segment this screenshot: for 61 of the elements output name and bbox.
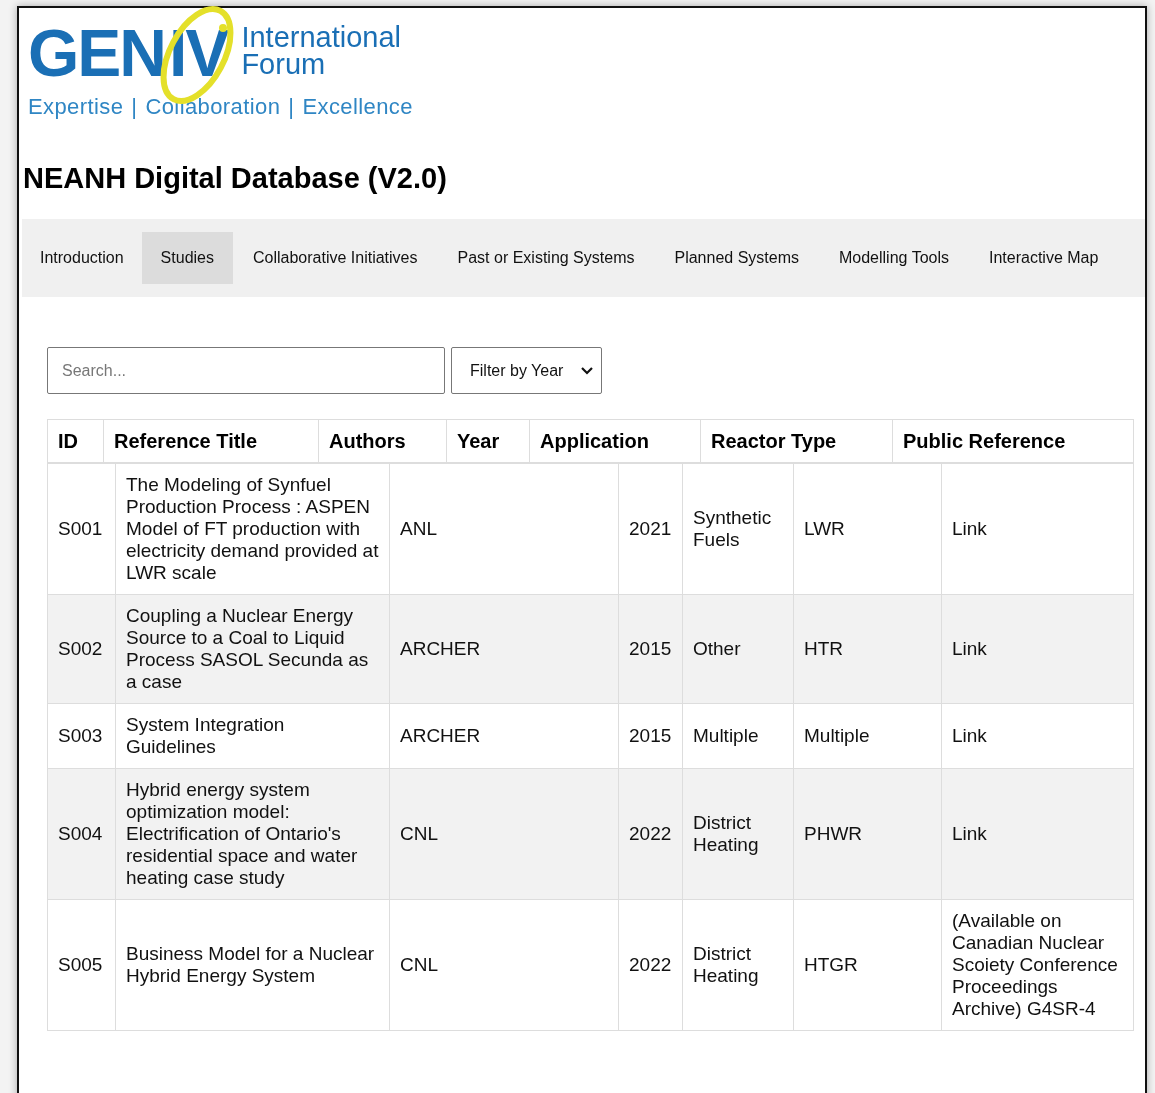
table-cell-text: (Available on Canadian Nuclear Scoiety Conference Proceedings Archive) G4SR-4 [952,910,1119,1020]
table-cell: Multiple [693,725,759,747]
year-filter-select[interactable]: Filter by Year [451,347,602,394]
tagline-separator: | [131,94,138,120]
tagline-word: Excellence [302,94,413,120]
table-cell: PHWR [804,823,863,845]
reference-link[interactable]: Link [952,823,987,845]
table-cell: S003 [58,725,103,747]
nav-tab[interactable]: Interactive Map [969,232,1119,284]
table-cell: 2021 [629,518,672,540]
table-cell: Other [693,638,741,660]
table-cell: Multiple [804,725,870,747]
nav-tab[interactable]: Introduction [22,232,142,284]
table-cell: 2015 [629,638,672,660]
logo-name: International [241,24,401,51]
table-cell: The Modeling of Synfuel Production Process : ASPEN Model of FT production with electricity demand provided at LWR scale [126,474,379,584]
logo-name: Forum [241,51,327,78]
tagline-word: Collaboration [145,94,281,120]
table-cell-text: District Heating [693,812,760,856]
nav-tab[interactable]: Collaborative Initiatives [233,232,438,284]
reference-link[interactable]: Link [952,725,987,747]
nav-tab[interactable]: Past or Existing Systems [437,232,655,284]
nav-tab[interactable]: Planned Systems [654,232,819,284]
column-header: Authors [318,420,446,462]
table-cell: S005 [58,954,103,976]
logo-text: GEN [28,20,166,86]
reference-link[interactable]: Link [952,518,987,540]
tagline-separator: | [288,94,295,120]
tagline-word: Expertise [28,94,124,120]
table-cell-text: Hybrid energy system optimization model: Electrification of Ontario's residential space and water heating case study [126,779,359,889]
nav-tab[interactable]: Modelling Tools [819,232,969,284]
table-cell: 2022 [629,954,672,976]
table-cell: S001 [58,518,103,540]
nav-tab[interactable]: Studies [141,232,233,284]
table-cell: CNL [400,823,438,845]
page-title: NEANH Digital Database (V2.0) [23,162,448,195]
table-cell-text: Business Model for a Nuclear Hybrid Energy System [126,943,376,987]
table-cell-text: System Integration Guidelines [126,714,286,758]
table-cell: ARCHER [400,638,481,660]
table-cell: CNL [400,954,438,976]
column-header: Year [446,420,529,462]
column-header: Reactor Type [700,420,892,462]
table-cell: LWR [804,518,845,540]
table-cell: ARCHER [400,725,481,747]
table-cell: 2015 [629,725,672,747]
table-cell: HTGR [804,954,858,976]
column-header: Public Reference [892,420,1133,462]
table-cell: ANL [400,518,437,540]
table-cell: S002 [58,638,103,660]
table-cell: S004 [58,823,103,845]
table-cell: HTR [804,638,844,660]
chevron-down-icon [581,366,593,375]
table-cell-text: Synthetic Fuels [693,507,773,551]
table-cell-text: District Heating [693,943,760,987]
column-header: Application [529,420,700,462]
search-field[interactable]: Search... [47,347,445,394]
table-cell: 2022 [629,823,672,845]
column-header: Reference Title [103,420,318,462]
table-cell-text: Coupling a Nuclear Energy Source to a Coal to Liquid Process SASOL Secunda as a case [126,605,370,693]
column-header: ID [57,428,79,454]
reference-link[interactable]: Link [952,638,987,660]
